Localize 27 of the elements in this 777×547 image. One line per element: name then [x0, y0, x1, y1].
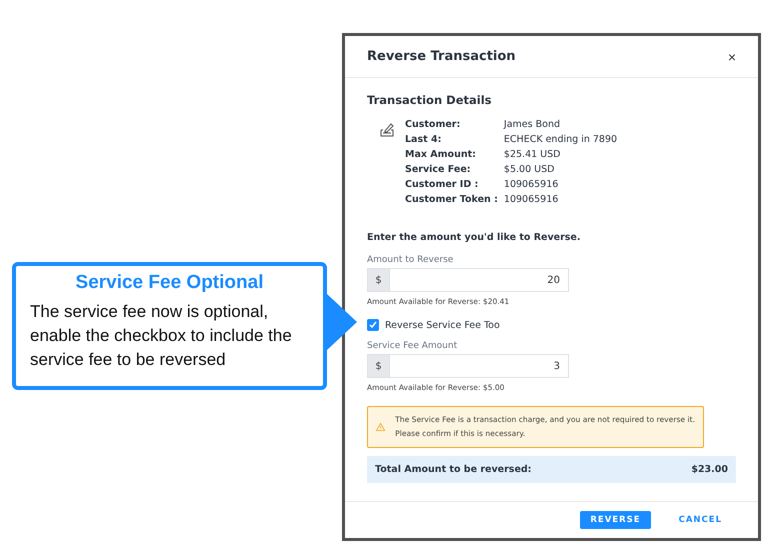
detail-label: Customer ID :: [405, 178, 480, 191]
callout-text: The service fee now is optional, enable the checkbox to include the service fee to be reversed: [30, 301, 293, 371]
detail-value: James Bond: [504, 118, 561, 131]
currency-prefix: $: [367, 268, 389, 292]
prompt-text: Enter the amount you'd like to Reverse.: [367, 232, 582, 243]
amount-field[interactable]: 3: [389, 354, 569, 378]
detail-value: $5.00 USD: [504, 163, 556, 176]
detail-value: 109065916: [504, 178, 560, 191]
field-label: Service Fee Amount: [367, 341, 458, 351]
field-label: Amount to Reverse: [367, 255, 454, 265]
callout-title: Service Fee Optional: [74, 272, 264, 294]
checkbox-label: Reverse Service Fee Too: [385, 320, 500, 330]
detail-label: Service Fee:: [405, 163, 472, 176]
detail-label: Customer Token :: [405, 193, 498, 206]
detail-label: Customer:: [405, 118, 462, 131]
detail-label: Last 4:: [405, 133, 442, 146]
currency-prefix: $: [367, 354, 389, 378]
detail-value: 109065916: [504, 193, 560, 206]
detail-value: $25.41 USD: [504, 148, 562, 161]
detail-label: Max Amount:: [405, 148, 477, 161]
dialog-title: Reverse Transaction: [367, 49, 516, 64]
amount-field[interactable]: 20: [389, 268, 569, 292]
detail-value: ECHECK ending in 7890: [504, 133, 618, 146]
close-button[interactable]: ×: [728, 48, 736, 64]
total-value: $23.00: [691, 464, 728, 475]
total-label: Total Amount to be reversed:: [375, 464, 532, 475]
section-title: Transaction Details: [367, 93, 492, 107]
